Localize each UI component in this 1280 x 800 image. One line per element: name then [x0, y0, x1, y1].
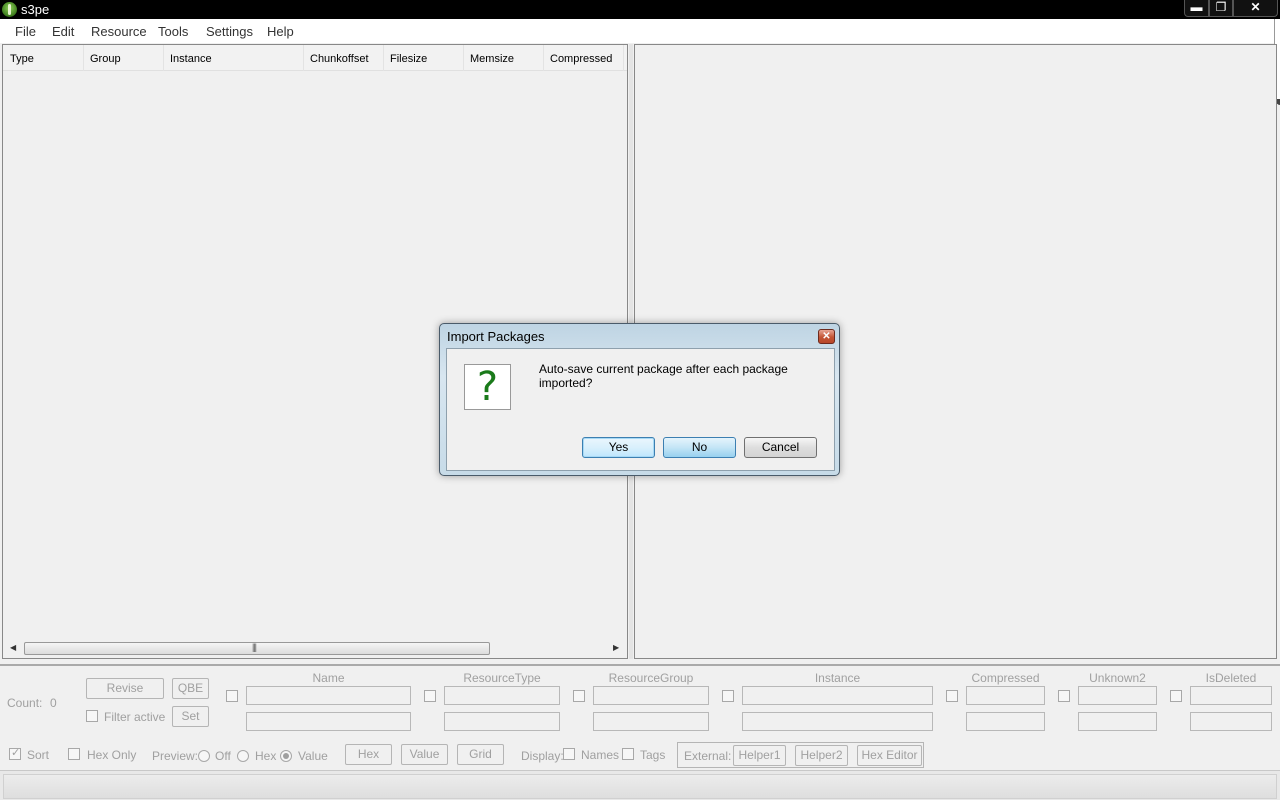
question-icon: ?	[464, 364, 511, 410]
menu-file[interactable]: File	[15, 24, 36, 39]
scroll-right-icon[interactable]: ▶	[613, 643, 619, 652]
column-compressed[interactable]: Compressed	[543, 45, 624, 71]
dialog-body: ? Auto-save current package after each p…	[446, 348, 835, 471]
instance-column-label: Instance	[814, 671, 861, 685]
name-filter-checkbox[interactable]	[226, 690, 238, 702]
column-chunkoffset[interactable]: Chunkoffset	[303, 45, 384, 71]
isdeleted-filter-field[interactable]	[1190, 686, 1272, 705]
sort-checkbox[interactable]	[9, 746, 21, 760]
helper2-button[interactable]: Helper2	[795, 745, 848, 766]
helper1-button[interactable]: Helper1	[733, 745, 786, 766]
close-window-button[interactable]: ✕	[1233, 0, 1278, 17]
isdeleted-filter-checkbox[interactable]	[1170, 690, 1182, 702]
menu-edit[interactable]: Edit	[52, 24, 74, 39]
external-label: External:	[684, 749, 732, 763]
menu-settings[interactable]: Settings	[206, 24, 253, 39]
scroll-grip-icon: |||	[252, 642, 257, 652]
resourcetype-filter-checkbox[interactable]	[424, 690, 436, 702]
hex-only-checkbox[interactable]	[68, 748, 80, 760]
unknown2-filter-checkbox[interactable]	[1058, 690, 1070, 702]
title-bar: s3pe ▬ ❐ ✕	[0, 0, 1280, 19]
yes-button[interactable]: Yes	[582, 437, 655, 458]
names-checkbox[interactable]	[563, 748, 575, 760]
compressed-filter-checkbox[interactable]	[946, 690, 958, 702]
menu-resource[interactable]: Resource	[91, 24, 147, 39]
import-packages-dialog: Import Packages ✕ ? Auto-save current pa…	[439, 323, 840, 476]
resourcetype-column-label: ResourceType	[463, 671, 541, 685]
qbe-button[interactable]: QBE	[172, 678, 209, 699]
horizontal-scrollbar[interactable]: ◀ ||| ▶	[5, 640, 625, 657]
hex-only-label: Hex Only	[87, 748, 137, 762]
name-value-field[interactable]	[246, 712, 411, 731]
resourcegroup-column-label: ResourceGroup	[608, 671, 694, 685]
set-button[interactable]: Set	[172, 706, 209, 727]
list-header: Type Group Instance Chunkoffset Filesize…	[3, 45, 627, 71]
tags-label: Tags	[640, 748, 666, 762]
unknown2-filter-field[interactable]	[1078, 686, 1157, 705]
preview-off-radio[interactable]	[198, 750, 210, 762]
hex-editor-button[interactable]: Hex Editor	[857, 745, 922, 766]
dialog-close-icon[interactable]: ✕	[818, 329, 835, 344]
count-label: Count:	[7, 696, 43, 710]
sort-label: Sort	[27, 748, 50, 762]
preview-hex-radio[interactable]	[237, 750, 249, 762]
menu-bar: File Edit Resource Tools Settings Help	[0, 19, 1276, 43]
preview-label: Preview:	[152, 749, 199, 763]
column-memsize[interactable]: Memsize	[463, 45, 544, 71]
instance-value-field[interactable]	[742, 712, 933, 731]
isdeleted-value-field[interactable]	[1190, 712, 1272, 731]
dialog-title: Import Packages	[447, 329, 545, 344]
instance-filter-checkbox[interactable]	[722, 690, 734, 702]
no-button[interactable]: No	[663, 437, 736, 458]
scroll-left-icon[interactable]: ◀	[10, 643, 16, 652]
grid-button[interactable]: Grid	[457, 744, 504, 765]
preview-value-radio[interactable]	[280, 750, 292, 762]
app-icon	[2, 2, 17, 17]
names-label: Names	[581, 748, 620, 762]
column-group[interactable]: Group	[83, 45, 164, 71]
scroll-thumb[interactable]: |||	[24, 642, 490, 655]
compressed-column-label: Compressed	[971, 671, 1040, 685]
window-title: s3pe	[21, 2, 50, 17]
instance-filter-field[interactable]	[742, 686, 933, 705]
display-label: Display:	[521, 749, 564, 763]
status-progress	[3, 774, 1277, 799]
menu-help[interactable]: Help	[267, 24, 294, 39]
menu-tools[interactable]: Tools	[158, 24, 188, 39]
column-type[interactable]: Type	[3, 45, 84, 71]
column-instance[interactable]: Instance	[163, 45, 304, 71]
resourcetype-value-field[interactable]	[444, 712, 560, 731]
tags-checkbox[interactable]	[622, 748, 634, 760]
minimize-button[interactable]: ▬	[1184, 0, 1209, 17]
column-filesize[interactable]: Filesize	[383, 45, 464, 71]
filter-active-checkbox[interactable]	[86, 710, 98, 722]
resourcetype-filter-field[interactable]	[444, 686, 560, 705]
revise-button[interactable]: Revise	[86, 678, 164, 699]
isdeleted-column-label: IsDeleted	[1205, 671, 1257, 685]
name-column-label: Name	[312, 671, 345, 685]
filter-active-label: Filter active	[104, 710, 166, 724]
unknown2-column-label: Unknown2	[1089, 671, 1146, 685]
preview-off-label: Off	[215, 749, 231, 763]
resourcegroup-value-field[interactable]	[593, 712, 709, 731]
maximize-button[interactable]: ❐	[1209, 0, 1233, 17]
dialog-message: Auto-save current package after each pac…	[539, 362, 788, 390]
compressed-value-field[interactable]	[966, 712, 1045, 731]
resource-details-panel: Count: 0 Revise QBE Filter active Set Na…	[0, 664, 1280, 770]
resourcegroup-filter-field[interactable]	[593, 686, 709, 705]
cancel-button[interactable]: Cancel	[744, 437, 817, 458]
resourcegroup-filter-checkbox[interactable]	[573, 690, 585, 702]
count-value: 0	[50, 696, 57, 710]
status-bar	[0, 770, 1280, 800]
compressed-filter-field[interactable]	[966, 686, 1045, 705]
value-button[interactable]: Value	[401, 744, 448, 765]
name-filter-field[interactable]	[246, 686, 411, 705]
hex-button[interactable]: Hex	[345, 744, 392, 765]
preview-hex-label: Hex	[255, 749, 277, 763]
unknown2-value-field[interactable]	[1078, 712, 1157, 731]
preview-value-label: Value	[298, 749, 328, 763]
